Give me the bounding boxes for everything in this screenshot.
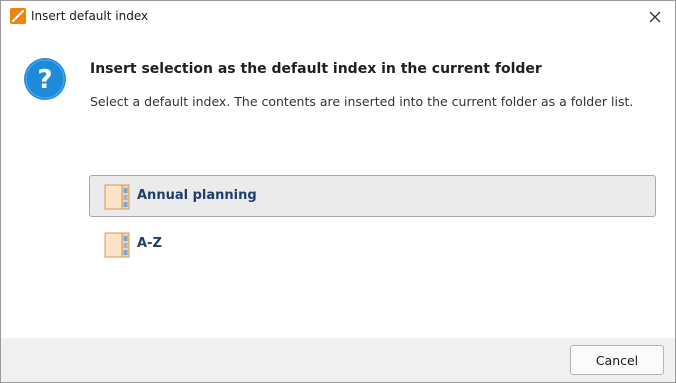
app-logo-icon xyxy=(10,8,26,24)
dialog-content: ? Insert selection as the default index … xyxy=(1,33,675,338)
index-item-label: A-Z xyxy=(137,236,162,251)
close-button[interactable] xyxy=(635,1,675,32)
dialog-window: Insert default index ? Insert selection … xyxy=(0,0,676,383)
question-icon: ? xyxy=(24,58,66,100)
folder-index-icon xyxy=(104,232,130,258)
index-list: Annual planning A-Z xyxy=(89,175,656,271)
dialog-heading: Insert selection as the default index in… xyxy=(90,61,542,77)
cancel-button[interactable]: Cancel xyxy=(570,345,664,375)
window-title: Insert default index xyxy=(31,9,149,23)
title-bar: Insert default index xyxy=(1,1,675,32)
dialog-footer: Cancel xyxy=(1,338,675,382)
dialog-description: Select a default index. The contents are… xyxy=(90,94,634,109)
folder-index-icon xyxy=(104,184,130,210)
index-item-label: Annual planning xyxy=(137,188,257,203)
index-item-annual-planning[interactable]: Annual planning xyxy=(89,175,656,217)
svg-text:?: ? xyxy=(37,65,52,95)
index-item-a-z[interactable]: A-Z xyxy=(89,223,656,265)
close-icon xyxy=(649,11,661,22)
